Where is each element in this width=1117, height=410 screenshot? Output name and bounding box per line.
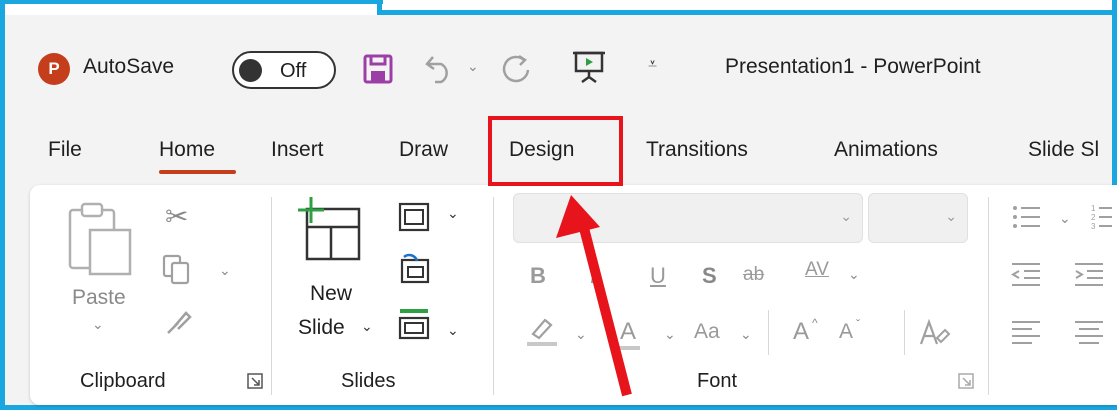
annotation-arrow [556, 195, 632, 397]
